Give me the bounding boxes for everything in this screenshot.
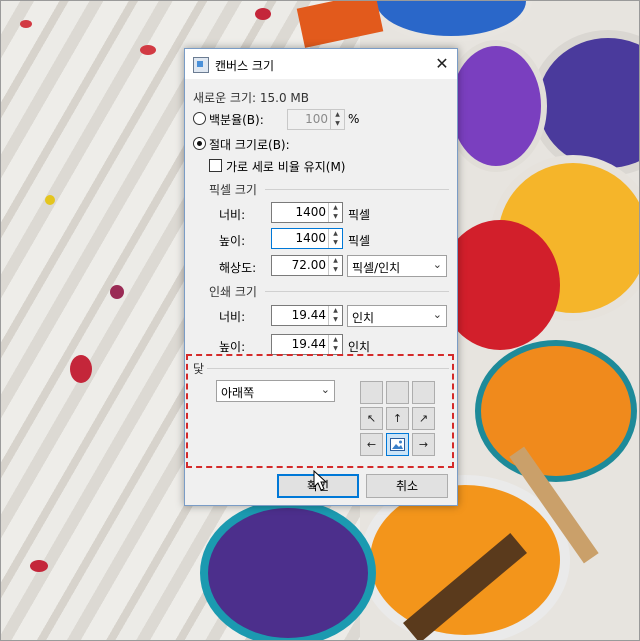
- percent-value: 100: [305, 112, 328, 126]
- resolution-value: 72.00: [291, 258, 326, 272]
- height-spinbox[interactable]: 1400 ▲ ▼: [271, 228, 343, 249]
- by-percent-radio[interactable]: [193, 112, 206, 125]
- print-width-unit-value: 인치: [352, 311, 375, 325]
- canvas-size-icon: [193, 57, 209, 73]
- new-size-label: 새로운 크기: 15.0 MB: [193, 91, 309, 105]
- chevron-down-icon: ⌄: [432, 258, 442, 271]
- print-height-spinbox[interactable]: 19.44 ▲ ▼: [271, 334, 343, 355]
- spin-arrows-icon[interactable]: ▲ ▼: [328, 306, 342, 325]
- width-value: 1400: [295, 205, 326, 219]
- paint-splat: [20, 20, 32, 28]
- percent-unit: %: [348, 112, 360, 126]
- spin-arrows-icon[interactable]: ▲ ▼: [328, 335, 342, 354]
- resolution-unit-select[interactable]: 픽셀/인치 ⌄: [347, 255, 447, 277]
- by-absolute-radio[interactable]: [193, 137, 206, 150]
- maintain-aspect-label: 가로 세로 비율 유지(M): [226, 160, 346, 174]
- height-value: 1400: [295, 231, 326, 245]
- paint-can-purple-bottom: [200, 500, 376, 641]
- spin-arrows-icon[interactable]: ▲ ▼: [328, 203, 342, 222]
- dialog-titlebar: 캔버스 크기 ✕: [185, 49, 457, 79]
- paint-can-orange: [475, 340, 637, 482]
- cancel-button[interactable]: 취소: [366, 474, 448, 498]
- paint-splat: [45, 195, 55, 205]
- print-size-header: 인쇄 크기: [209, 285, 257, 299]
- print-width-value: 19.44: [291, 308, 326, 322]
- paint-splat: [30, 560, 48, 572]
- spin-arrows-icon[interactable]: ▲ ▼: [328, 256, 342, 275]
- pixel-size-header: 픽셀 크기: [209, 183, 257, 197]
- resolution-spinbox[interactable]: 72.00 ▲ ▼: [271, 255, 343, 276]
- print-height-value: 19.44: [291, 337, 326, 351]
- by-absolute-label: 절대 크기로(B):: [209, 138, 290, 152]
- width-label: 너비:: [219, 208, 246, 222]
- resolution-unit-value: 픽셀/인치: [352, 261, 401, 275]
- paint-splat: [70, 355, 92, 383]
- spin-arrows-icon[interactable]: ▲ ▼: [330, 110, 344, 129]
- percent-spinbox[interactable]: 100 ▲ ▼: [287, 109, 345, 130]
- print-width-spinbox[interactable]: 19.44 ▲ ▼: [271, 305, 343, 326]
- height-unit: 픽셀: [348, 234, 371, 248]
- anchor-highlight-box: [186, 354, 454, 468]
- width-unit: 픽셀: [348, 208, 371, 222]
- by-percent-label: 백분율(B):: [209, 113, 264, 127]
- paint-splat: [255, 8, 271, 20]
- divider: [265, 291, 449, 292]
- dialog-title: 캔버스 크기: [215, 59, 275, 73]
- paint-splat: [140, 45, 156, 55]
- paint-can-blue: [370, 0, 532, 42]
- close-icon[interactable]: ✕: [427, 49, 457, 79]
- print-height-unit: 인치: [348, 340, 371, 354]
- paint-can-violet: [445, 40, 547, 172]
- mouse-cursor-icon: [313, 470, 328, 491]
- width-spinbox[interactable]: 1400 ▲ ▼: [271, 202, 343, 223]
- paint-splat: [110, 285, 124, 299]
- paint-can-red: [440, 220, 560, 350]
- print-height-label: 높이:: [219, 340, 246, 354]
- maintain-aspect-checkbox[interactable]: [209, 159, 222, 172]
- print-width-label: 너비:: [219, 310, 246, 324]
- divider: [265, 189, 449, 190]
- print-width-unit-select[interactable]: 인치 ⌄: [347, 305, 447, 327]
- resolution-label: 해상도:: [219, 261, 257, 275]
- height-label: 높이:: [219, 234, 246, 248]
- spin-arrows-icon[interactable]: ▲ ▼: [328, 229, 342, 248]
- chevron-down-icon: ⌄: [432, 308, 442, 321]
